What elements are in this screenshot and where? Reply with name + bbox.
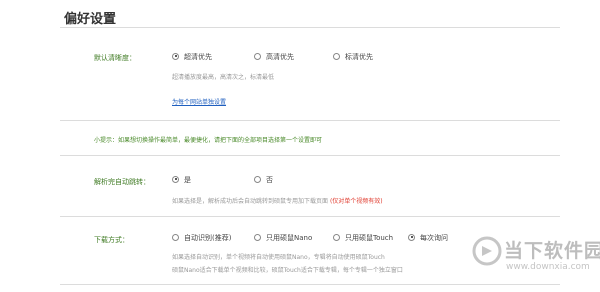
watermark-logo-icon [472, 236, 502, 266]
option-label: 自动识别(推荐) [184, 234, 232, 242]
radio-icon[interactable] [172, 175, 179, 183]
option-label: 每次询问 [420, 234, 448, 242]
autojump-description: 如果选择是，解析成功后会自动跳转到硕鼠专用加下载页面 (仅对单个视频有效) [172, 196, 383, 205]
radio-icon[interactable] [254, 175, 261, 183]
page-title: 偏好设置 [64, 12, 117, 27]
download-description-1: 如果选择自动识别，单个视频将自动使用硕鼠Nano，专辑将自动使用硕鼠Touch [172, 254, 385, 261]
radio-icon[interactable] [254, 52, 261, 60]
download-description-2: 硕鼠Nano适合下载单个视频和比较，硕鼠Touch适合下载专辑，每个专辑一个独立… [172, 267, 403, 274]
radio-icon[interactable] [254, 233, 261, 241]
site-watermark: 当下软件园 www.downxia.com [470, 232, 600, 292]
option-label: 超清优先 [184, 53, 212, 61]
section-divider [60, 155, 560, 156]
tip-text: 小提示：如果想切换操作最简单，最便捷化，请把下面的全部项目选择第一个设置即可 [94, 137, 323, 144]
autojump-desc-note: (仅对单个视频有效) [329, 198, 383, 205]
autojump-option-no[interactable]: 否 [254, 175, 273, 185]
download-label: 下载方式： [94, 236, 129, 244]
option-label: 高清优先 [266, 53, 294, 61]
watermark-text: 当下软件园 [504, 240, 600, 262]
option-label: 只用硕鼠Nano [266, 234, 313, 242]
download-option-touch[interactable]: 只用硕鼠Touch [333, 233, 393, 243]
autojump-desc-text: 如果选择是，解析成功后会自动跳转到硕鼠专用加下载页面 [172, 198, 329, 205]
radio-icon[interactable] [333, 52, 340, 60]
resolution-label: 默认清晰度： [94, 54, 136, 62]
section-divider [60, 120, 560, 121]
option-label: 否 [266, 176, 273, 184]
resolution-option-standard[interactable]: 标清优先 [333, 52, 373, 62]
radio-icon[interactable] [172, 52, 179, 60]
autojump-option-yes[interactable]: 是 [172, 175, 191, 185]
watermark-url: www.downxia.com [506, 262, 590, 272]
resolution-option-super[interactable]: 超清优先 [172, 52, 212, 62]
section-divider [60, 216, 560, 217]
resolution-option-high[interactable]: 高清优先 [254, 52, 294, 62]
option-label: 标清优先 [345, 53, 373, 61]
option-label: 只用硕鼠Touch [345, 234, 394, 242]
download-option-ask[interactable]: 每次询问 [408, 233, 448, 243]
per-site-setting-link[interactable]: 为每个网站单独设置 [172, 97, 226, 106]
resolution-description: 超清播放度最高，高清次之，标清最低 [172, 74, 275, 81]
download-option-nano[interactable]: 只用硕鼠Nano [254, 233, 312, 243]
download-option-auto[interactable]: 自动识别(推荐) [172, 233, 231, 243]
radio-icon[interactable] [408, 233, 415, 241]
radio-icon[interactable] [172, 233, 179, 241]
option-label: 是 [184, 176, 191, 184]
title-divider [60, 27, 560, 28]
autojump-label: 解析完自动跳转： [94, 178, 150, 186]
radio-icon[interactable] [333, 233, 340, 241]
